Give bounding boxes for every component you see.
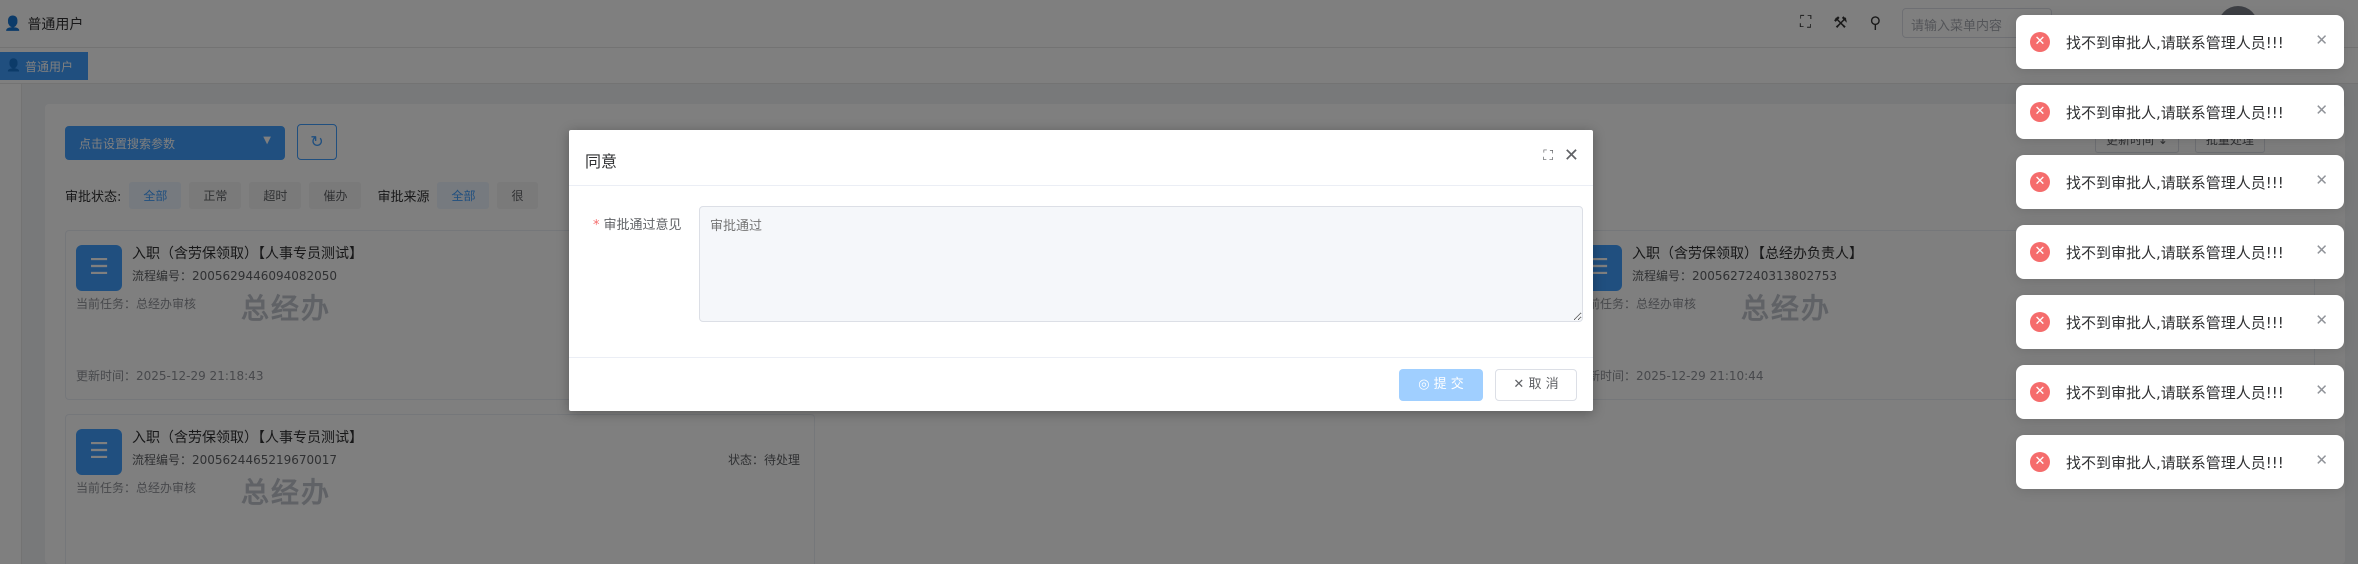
error-toast: ✕ 找不到审批人,请联系管理人员!!! ✕ xyxy=(2016,155,2344,209)
cancel-button[interactable]: ✕ 取 消 xyxy=(1495,369,1577,401)
error-icon: ✕ xyxy=(2030,242,2050,262)
close-icon[interactable]: ✕ xyxy=(2315,241,2328,259)
toast-message: 找不到审批人,请联系管理人员!!! xyxy=(2066,34,2284,52)
error-toast: ✕ 找不到审批人,请联系管理人员!!! ✕ xyxy=(2016,225,2344,279)
close-icon: ✕ xyxy=(1513,377,1525,392)
close-icon[interactable]: ✕ xyxy=(1564,145,1579,166)
cancel-button-label: 取 消 xyxy=(1528,377,1559,392)
check-circle-icon: ◎ xyxy=(1418,377,1430,392)
error-icon: ✕ xyxy=(2030,32,2050,52)
toast-message: 找不到审批人,请联系管理人员!!! xyxy=(2066,244,2284,262)
error-toast: ✕ 找不到审批人,请联系管理人员!!! ✕ xyxy=(2016,85,2344,139)
submit-button[interactable]: ◎ 提 交 xyxy=(1399,369,1483,401)
close-icon[interactable]: ✕ xyxy=(2315,311,2328,329)
toast-message: 找不到审批人,请联系管理人员!!! xyxy=(2066,314,2284,332)
toast-message: 找不到审批人,请联系管理人员!!! xyxy=(2066,104,2284,122)
required-mark: * xyxy=(593,218,600,233)
field-label: * 审批通过意见 xyxy=(593,214,682,233)
close-icon[interactable]: ✕ xyxy=(2315,381,2328,399)
approve-dialog: 同意 ⛶ ✕ *审批通过意见 ◎ 提 交 ✕ 取 消 xyxy=(569,130,1593,411)
approval-opinion-textarea[interactable] xyxy=(699,206,1583,322)
toast-message: 找不到审批人,请联系管理人员!!! xyxy=(2066,174,2284,192)
error-toast: ✕ 找不到审批人,请联系管理人员!!! ✕ xyxy=(2016,435,2344,489)
close-icon[interactable]: ✕ xyxy=(2315,31,2328,49)
submit-button-label: 提 交 xyxy=(1433,377,1464,392)
field-label-text: 审批通过意见 xyxy=(603,218,682,233)
dialog-footer: ◎ 提 交 ✕ 取 消 xyxy=(569,357,1593,411)
error-toast: ✕ 找不到审批人,请联系管理人员!!! ✕ xyxy=(2016,15,2344,69)
dialog-header: 同意 ⛶ ✕ xyxy=(569,130,1593,186)
close-icon[interactable]: ✕ xyxy=(2315,101,2328,119)
close-icon[interactable]: ✕ xyxy=(2315,451,2328,469)
error-icon: ✕ xyxy=(2030,312,2050,332)
maximize-icon[interactable]: ⛶ xyxy=(1543,148,1553,164)
error-toast: ✕ 找不到审批人,请联系管理人员!!! ✕ xyxy=(2016,365,2344,419)
toast-message: 找不到审批人,请联系管理人员!!! xyxy=(2066,384,2284,402)
toast-message: 找不到审批人,请联系管理人员!!! xyxy=(2066,454,2284,472)
error-icon: ✕ xyxy=(2030,102,2050,122)
error-icon: ✕ xyxy=(2030,382,2050,402)
error-toast: ✕ 找不到审批人,请联系管理人员!!! ✕ xyxy=(2016,295,2344,349)
close-icon[interactable]: ✕ xyxy=(2315,171,2328,189)
error-icon: ✕ xyxy=(2030,172,2050,192)
error-icon: ✕ xyxy=(2030,452,2050,472)
dialog-title: 同意 xyxy=(585,152,618,171)
